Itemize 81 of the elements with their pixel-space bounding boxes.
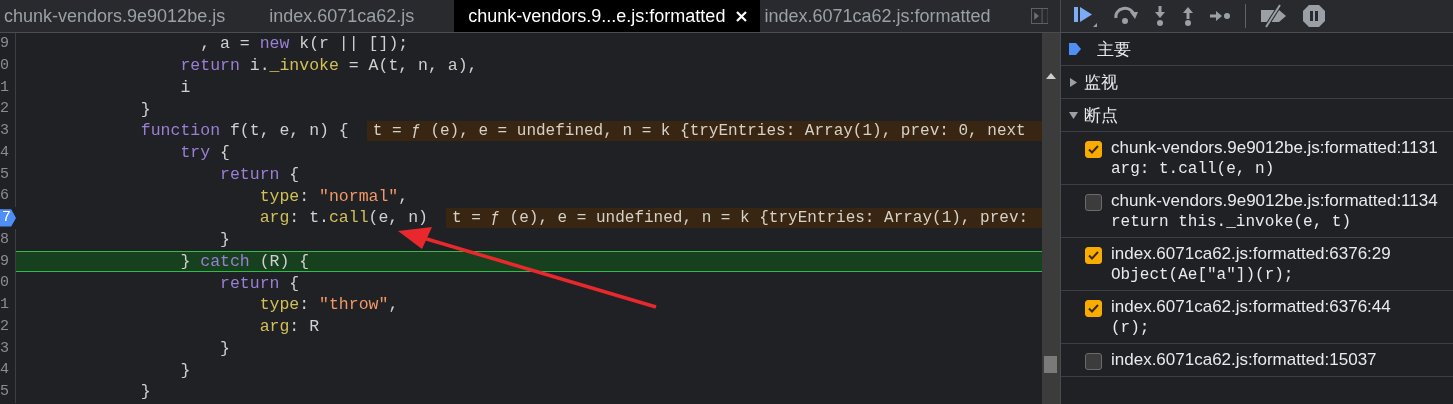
current-thread-icon	[1069, 42, 1081, 56]
file-tab[interactable]: index.6071ca62.js:formatted	[760, 0, 1003, 32]
thread-item[interactable]: 主要	[1061, 33, 1453, 66]
line-number[interactable]: 5	[0, 381, 16, 403]
checkbox[interactable]	[1085, 300, 1102, 317]
step-over-icon	[1113, 6, 1139, 26]
collapse-triangle-icon	[1069, 110, 1078, 120]
close-icon[interactable]	[735, 9, 749, 23]
breakpoint-code: Object(Ae["a"])(r);	[1111, 266, 1295, 284]
expand-triangle-icon	[1069, 77, 1078, 87]
file-tab[interactable]: chunk-vendors.9...e.js:formatted	[454, 0, 761, 32]
scrollbar[interactable]	[1042, 33, 1060, 404]
resume-icon	[1073, 4, 1099, 28]
code-line: function f(t, e, n) {	[139, 121, 349, 141]
checkbox[interactable]	[1085, 353, 1102, 370]
scroll-up-icon[interactable]	[1046, 73, 1056, 79]
file-tab[interactable]: chunk-vendors.9e9012be.js	[0, 0, 238, 32]
line-number[interactable]: 9	[0, 33, 16, 55]
breakpoint-location[interactable]: chunk-vendors.9e9012be.js:formatted:1131	[1111, 138, 1438, 158]
section-header[interactable]: 断点	[1061, 99, 1453, 132]
step-into-icon	[1153, 5, 1167, 27]
file-tab[interactable]: index.6071ca62.js	[265, 0, 427, 32]
scrollbar-thumb[interactable]	[1044, 356, 1057, 373]
code-line: type: "throw",	[258, 295, 399, 315]
line-number[interactable]: 1	[0, 76, 16, 99]
line-number[interactable]: 4	[0, 141, 16, 164]
step-icon	[1209, 9, 1231, 23]
line-number[interactable]: 0	[0, 272, 16, 294]
code-line: }	[139, 382, 151, 402]
breakpoint-line-number[interactable]: 7	[0, 207, 16, 229]
line-number[interactable]: 0	[0, 54, 16, 77]
inline-value: t = ƒ (e), e = undefined, n = k {tryEntries: Array(1), prev:	[446, 207, 1042, 228]
deactivate-breakpoints-button[interactable]	[1260, 4, 1288, 28]
code-line: try {	[179, 143, 230, 163]
step-out-button[interactable]	[1181, 5, 1195, 27]
checkbox[interactable]	[1085, 247, 1102, 264]
code-line: }	[139, 99, 151, 119]
code-line: arg: R	[258, 317, 320, 337]
code-line: , a = new k(r || []);	[199, 34, 409, 54]
code-line: return {	[219, 273, 300, 293]
code-line: return {	[219, 164, 300, 184]
checkmark-icon	[1088, 304, 1099, 313]
line-number[interactable]: 1	[0, 294, 16, 316]
inline-value: t = ƒ (e), e = undefined, n = k {tryEntries: Array(1), prev: 0, next	[366, 120, 1042, 141]
breakpoint-location[interactable]: index.6071ca62.js:formatted:6376:44	[1111, 297, 1391, 317]
code-line: }	[219, 338, 230, 358]
pause-on-exceptions-button[interactable]	[1302, 4, 1326, 28]
line-number[interactable]: 4	[0, 359, 16, 381]
checkmark-icon	[1088, 145, 1099, 154]
code-line: type: "normal",	[258, 186, 409, 206]
step-into-button[interactable]	[1153, 5, 1167, 27]
breakpoint-code: arg: t.call(e, n)	[1111, 160, 1276, 178]
code-line: i	[179, 77, 191, 97]
step-over-button[interactable]	[1113, 6, 1139, 26]
pause-icon	[1302, 4, 1326, 28]
code-line: arg: t.call(e, n)	[258, 208, 428, 228]
resume-button[interactable]	[1073, 4, 1099, 28]
checkbox[interactable]	[1085, 194, 1102, 211]
breakpoint-code: return this._invoke(e, t)	[1111, 213, 1353, 231]
line-number[interactable]: 2	[0, 315, 16, 338]
line-number[interactable]: 8	[0, 228, 16, 251]
checkmark-icon	[1088, 251, 1099, 260]
step-out-icon	[1181, 5, 1195, 27]
checkbox[interactable]	[1085, 141, 1102, 158]
code-line: }	[179, 360, 191, 380]
breakpoint-code: (r);	[1111, 319, 1151, 337]
line-number[interactable]: 3	[0, 120, 16, 142]
section-header[interactable]: 监视	[1061, 66, 1453, 99]
line-number[interactable]: 3	[0, 337, 16, 360]
code-line: return i._invoke = A(t, n, a),	[179, 56, 478, 76]
breakpoint-location[interactable]: index.6071ca62.js:formatted:15037	[1111, 350, 1377, 370]
code-line: }	[219, 230, 230, 250]
step-button[interactable]	[1209, 9, 1231, 23]
line-number[interactable]: 5	[0, 163, 16, 186]
breakpoint-location[interactable]: index.6071ca62.js:formatted:6376:29	[1111, 244, 1391, 264]
breakpoint-location[interactable]: chunk-vendors.9e9012be.js:formatted:1134	[1111, 191, 1438, 211]
code-line: } catch (R) {	[179, 251, 310, 271]
breakpoint-slash-icon	[1260, 4, 1288, 28]
panel-toggle-icon[interactable]	[1030, 6, 1048, 26]
line-number[interactable]: 2	[0, 98, 16, 120]
line-number[interactable]: 6	[0, 185, 16, 207]
